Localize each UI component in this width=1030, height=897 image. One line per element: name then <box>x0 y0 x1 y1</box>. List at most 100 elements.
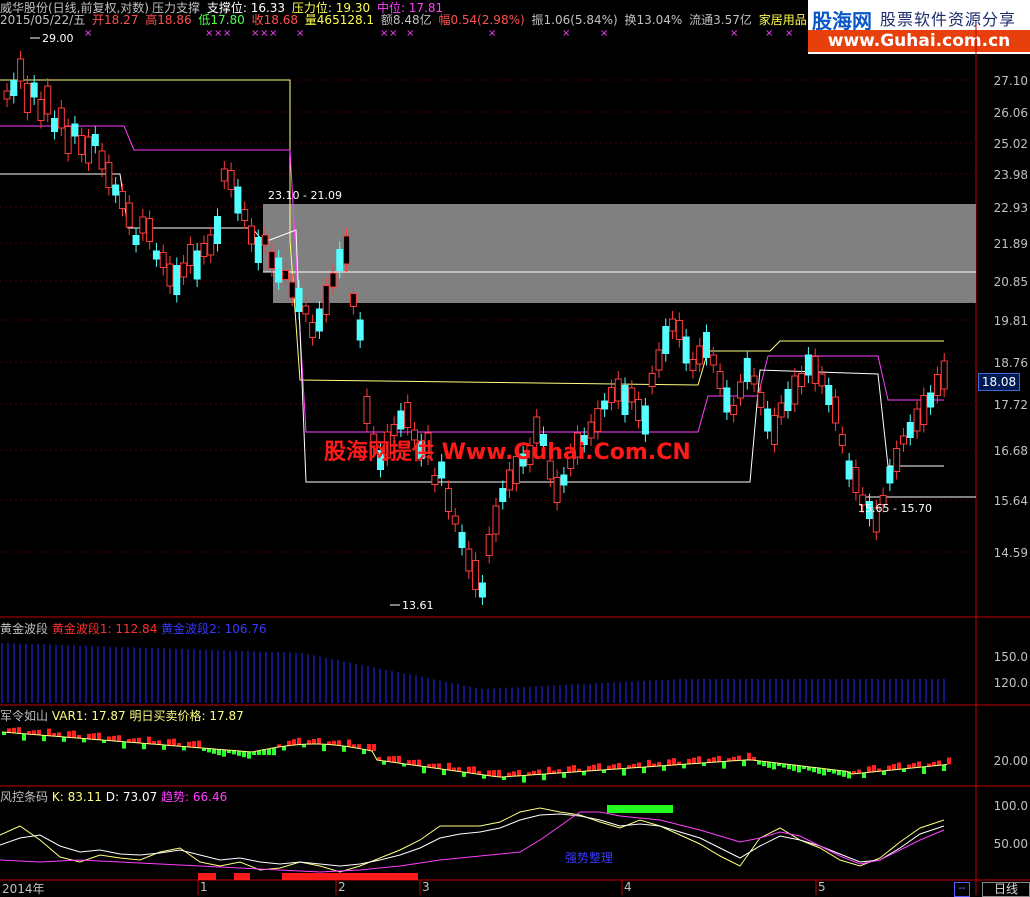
signal-markers: × × × × × × × × × × × × × × × × × <box>84 28 793 39</box>
candle <box>444 480 452 520</box>
candle <box>899 428 907 452</box>
army-bar <box>537 769 541 775</box>
army-bar <box>87 733 91 739</box>
candle <box>254 229 262 271</box>
army-bar <box>747 752 751 760</box>
candle <box>560 467 568 493</box>
army-bar <box>137 737 141 743</box>
candle <box>696 338 704 372</box>
risk-name[interactable]: 风控条码 <box>0 790 48 804</box>
army-bar <box>487 770 491 776</box>
army-next-price: 明日买卖价格: 17.87 <box>129 709 244 723</box>
risk-trend: 趋势: 66.46 <box>161 790 228 804</box>
army-bar <box>867 766 871 773</box>
risk-k: K: 83.11 <box>51 790 102 804</box>
candle <box>662 318 670 362</box>
candle <box>478 575 486 605</box>
candle <box>716 363 724 397</box>
army-bar <box>132 738 136 743</box>
army-title-row: 军令如山 VAR1: 17.87 明日买卖价格: 17.87 <box>0 707 244 724</box>
candle <box>723 380 731 420</box>
army-bar <box>522 775 526 783</box>
army-bar <box>172 738 176 746</box>
k-line <box>0 807 945 873</box>
wave-tick: 120.0 <box>993 676 1028 690</box>
candle <box>173 257 181 303</box>
army-bar <box>97 732 101 740</box>
army-bar <box>947 757 951 765</box>
army-bar <box>352 744 356 748</box>
army-bar <box>497 769 501 777</box>
candle <box>220 161 228 189</box>
candle <box>431 467 439 493</box>
svg-text:×: × <box>785 28 793 39</box>
candle <box>10 72 18 104</box>
army-bar <box>717 755 721 762</box>
army-bar <box>72 730 76 738</box>
army-tick: 20.00 <box>993 754 1028 768</box>
candle <box>838 426 846 454</box>
army-bar <box>752 757 756 760</box>
army-bar <box>542 774 546 781</box>
candle <box>893 440 901 480</box>
candle <box>64 118 72 162</box>
army-bar <box>397 755 401 763</box>
price-tick: 19.81 <box>993 314 1028 328</box>
army-bar <box>457 767 461 772</box>
army-bar <box>142 743 146 750</box>
army-bar <box>562 772 566 778</box>
resistance-zone-lower <box>273 272 976 303</box>
candle <box>186 236 194 274</box>
army-bar <box>682 764 686 769</box>
army-bar <box>257 750 261 755</box>
date-label: 3 <box>422 880 430 894</box>
candle <box>675 312 683 348</box>
x-axis-ticks <box>197 880 817 895</box>
army-bar <box>217 749 221 756</box>
candle <box>3 83 11 107</box>
army-bar <box>667 759 671 766</box>
svg-text:×: × <box>296 28 304 39</box>
army-bar <box>222 749 226 757</box>
risk-tick: 100.0 <box>993 799 1028 813</box>
army-bar <box>942 765 946 771</box>
army-bar <box>437 763 441 769</box>
candlesticks <box>3 51 948 605</box>
army-bar <box>472 766 476 774</box>
candle <box>166 256 174 294</box>
army-bar <box>712 757 716 763</box>
army-bar <box>772 762 776 770</box>
candle <box>730 397 738 423</box>
army-bar <box>32 730 36 735</box>
army-bar <box>647 759 651 767</box>
candle <box>458 524 466 556</box>
candle <box>309 314 317 346</box>
army-bar <box>492 770 496 777</box>
wave-name[interactable]: 黄金波段 <box>0 622 48 636</box>
army-bar <box>262 750 266 756</box>
candle <box>44 78 52 122</box>
candle <box>832 389 840 431</box>
candle <box>78 127 86 163</box>
date-label: 4 <box>624 880 632 894</box>
army-bar <box>662 765 666 771</box>
army-bar <box>112 735 116 741</box>
price-tick: 25.02 <box>993 137 1028 151</box>
candle <box>139 209 147 241</box>
army-bar <box>427 764 431 767</box>
date-label: 2014年 <box>2 882 45 896</box>
army-bar <box>617 762 621 769</box>
candle <box>37 91 45 129</box>
army-bar <box>737 755 741 761</box>
svg-text:×: × <box>600 28 608 39</box>
candle <box>451 508 459 532</box>
candle <box>798 365 806 395</box>
army-bar <box>47 728 51 736</box>
army-bar <box>117 735 121 742</box>
army-bar <box>922 767 926 774</box>
candle <box>234 179 242 221</box>
army-name[interactable]: 军令如山 <box>0 709 48 723</box>
risk-red-bars <box>198 873 418 880</box>
army-bar <box>372 743 376 751</box>
candle <box>98 143 106 177</box>
